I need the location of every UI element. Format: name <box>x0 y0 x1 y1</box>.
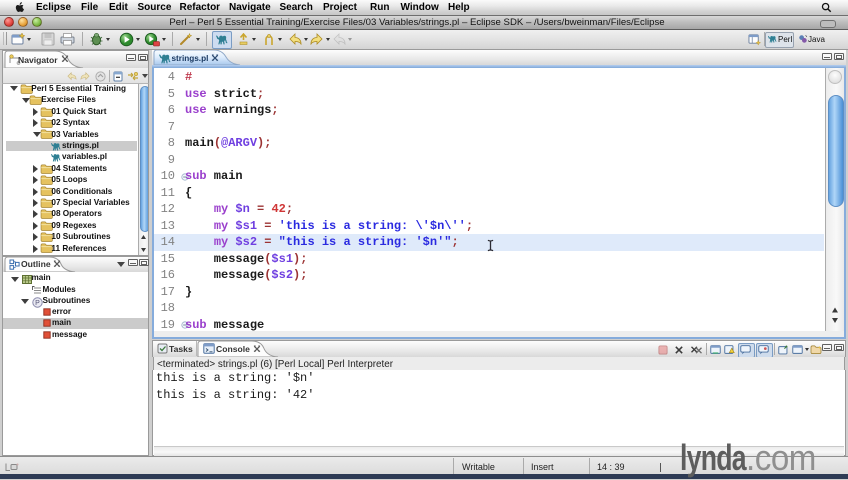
svg-text:P: P <box>35 300 40 307</box>
